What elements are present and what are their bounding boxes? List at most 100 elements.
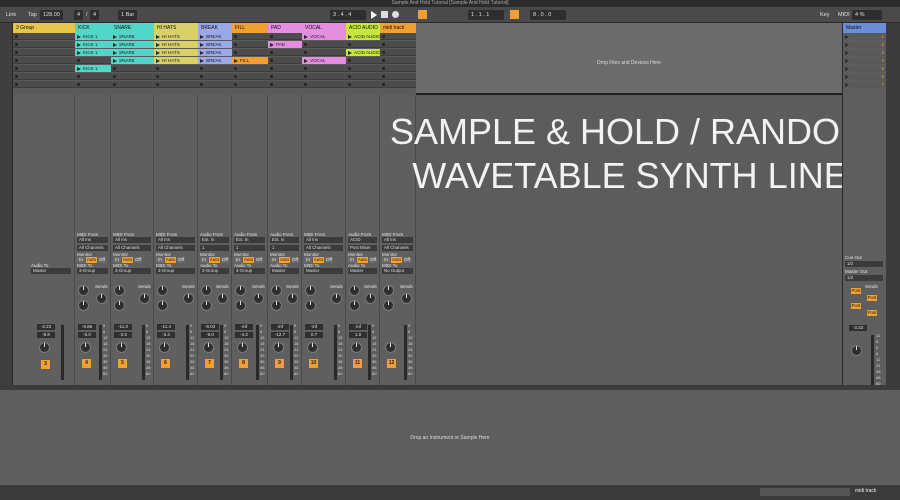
pan-knob[interactable] <box>307 342 318 353</box>
empty-clip-slot[interactable] <box>346 41 380 48</box>
track-volume[interactable]: -inf <box>235 324 253 330</box>
clip[interactable]: HI HATS <box>154 41 198 48</box>
automation-arm-icon[interactable] <box>418 10 427 19</box>
scene-play-icon[interactable] <box>845 74 849 79</box>
clip[interactable]: KICK 1 <box>75 49 111 56</box>
track-volume[interactable]: -inf <box>271 324 289 330</box>
track-header[interactable]: SNARE <box>111 23 154 33</box>
clip[interactable]: KICK 1 <box>75 33 111 40</box>
empty-clip-slot[interactable] <box>232 49 268 56</box>
send-a-knob[interactable] <box>271 285 282 296</box>
empty-clip-slot[interactable] <box>346 73 380 80</box>
clip[interactable]: SNARE <box>111 57 154 64</box>
input-channel-select[interactable]: All Channels <box>113 245 151 251</box>
drop-files-area[interactable]: Drop Files and Devices Here <box>416 33 842 93</box>
scene-launch[interactable]: 7 <box>843 81 886 88</box>
output-to-select[interactable]: No Output <box>382 268 413 274</box>
pan-knob[interactable] <box>351 342 362 353</box>
scene-launch[interactable]: 6 <box>843 73 886 80</box>
monitor-off-button[interactable]: Off <box>134 257 142 263</box>
input-from-select[interactable]: All Ins <box>77 237 108 243</box>
empty-clip-slot[interactable] <box>232 33 268 40</box>
clip[interactable]: KICK 1 <box>75 65 111 72</box>
track-pan[interactable]: -4.2 <box>235 332 253 338</box>
clip[interactable]: BREAK <box>198 33 232 40</box>
clip-play-icon[interactable] <box>156 50 160 55</box>
input-from-select[interactable]: All Ins <box>113 237 151 243</box>
clip-play-icon[interactable] <box>304 58 308 63</box>
quantize-select[interactable]: 1 Bar <box>118 10 138 20</box>
track-volume[interactable]: -inf <box>305 324 323 330</box>
empty-clip-slot[interactable] <box>380 57 416 64</box>
send-a-knob[interactable] <box>383 285 394 296</box>
input-from-select[interactable]: All Ins <box>304 237 343 243</box>
scene-launch[interactable]: 5 <box>843 65 886 72</box>
scene-play-icon[interactable] <box>845 58 849 63</box>
track-number-button[interactable]: 5 <box>118 359 127 368</box>
clip-play-icon[interactable] <box>77 66 81 71</box>
drop-instrument-area[interactable]: Drop an Instrument or Sample Here <box>0 390 900 485</box>
track-number-button[interactable]: 6 <box>161 359 170 368</box>
input-channel-select[interactable]: 1 <box>200 245 229 251</box>
empty-clip-slot[interactable] <box>302 81 346 88</box>
pan-knob[interactable] <box>385 342 396 353</box>
input-channel-select[interactable]: All Channels <box>156 245 195 251</box>
track-number-button[interactable]: 7 <box>205 359 214 368</box>
clip[interactable]: PAD <box>268 41 302 48</box>
scene-play-icon[interactable] <box>845 66 849 71</box>
track-pan[interactable]: 0.7 <box>305 332 323 338</box>
output-to-select[interactable]: Master <box>348 268 377 274</box>
track-volume[interactable]: -9.03 <box>201 324 219 330</box>
send-c-knob[interactable] <box>235 300 246 311</box>
empty-clip-slot[interactable] <box>111 65 154 72</box>
monitor-off-button[interactable]: Off <box>403 257 411 263</box>
send-b-knob[interactable] <box>331 293 342 304</box>
track-header[interactable]: PAD <box>268 23 302 33</box>
empty-clip-slot[interactable] <box>13 33 75 40</box>
input-channel-select[interactable]: 1 <box>234 245 265 251</box>
input-channel-select[interactable]: All Channels <box>382 245 413 251</box>
send-a-knob[interactable] <box>201 285 212 296</box>
track-header[interactable]: VOCAL <box>302 23 346 33</box>
clip[interactable]: VOCAL <box>302 57 346 64</box>
tap-button[interactable]: Tap <box>28 10 37 20</box>
send-b-knob[interactable] <box>217 293 228 304</box>
clip[interactable]: HI HATS <box>154 33 198 40</box>
empty-clip-slot[interactable] <box>232 65 268 72</box>
empty-clip-slot[interactable] <box>380 33 416 40</box>
midi-map-button[interactable]: MIDI <box>838 10 850 20</box>
group-pan[interactable]: -8.8 <box>37 332 55 338</box>
empty-clip-slot[interactable] <box>13 73 75 80</box>
scene-play-icon[interactable] <box>845 34 849 39</box>
send-b-knob[interactable] <box>253 293 264 304</box>
output-to-select[interactable]: 3-Group <box>234 268 265 274</box>
empty-clip-slot[interactable] <box>154 65 198 72</box>
empty-clip-slot[interactable] <box>302 73 346 80</box>
input-channel-select[interactable]: 1 <box>270 245 299 251</box>
clip-play-icon[interactable] <box>156 42 160 47</box>
send-a-knob[interactable] <box>349 285 360 296</box>
send-c-knob[interactable] <box>383 300 394 311</box>
clip-play-icon[interactable] <box>200 58 204 63</box>
scene-play-icon[interactable] <box>845 82 849 87</box>
track-header[interactable]: 3 Group <box>13 23 75 33</box>
empty-clip-slot[interactable] <box>380 65 416 72</box>
send-b-knob[interactable] <box>139 293 150 304</box>
clip-play-icon[interactable] <box>156 34 160 39</box>
empty-clip-slot[interactable] <box>13 65 75 72</box>
empty-clip-slot[interactable] <box>111 73 154 80</box>
master-header[interactable]: Master <box>843 23 886 33</box>
loop-switch-icon[interactable] <box>510 10 519 19</box>
monitor-off-button[interactable]: Off <box>325 257 333 263</box>
clip-play-icon[interactable] <box>113 42 117 47</box>
send-c-knob[interactable] <box>305 300 316 311</box>
sig-denominator[interactable]: 4 <box>90 10 100 20</box>
track-pan[interactable]: -5.0 <box>78 332 96 338</box>
send-c-knob[interactable] <box>201 300 212 311</box>
clip-play-icon[interactable] <box>234 58 238 63</box>
send-a-knob[interactable] <box>114 285 125 296</box>
send-b-knob[interactable] <box>287 293 298 304</box>
scene-launch[interactable]: 3 <box>843 49 886 56</box>
empty-clip-slot[interactable] <box>302 65 346 72</box>
clip-play-icon[interactable] <box>348 50 352 55</box>
